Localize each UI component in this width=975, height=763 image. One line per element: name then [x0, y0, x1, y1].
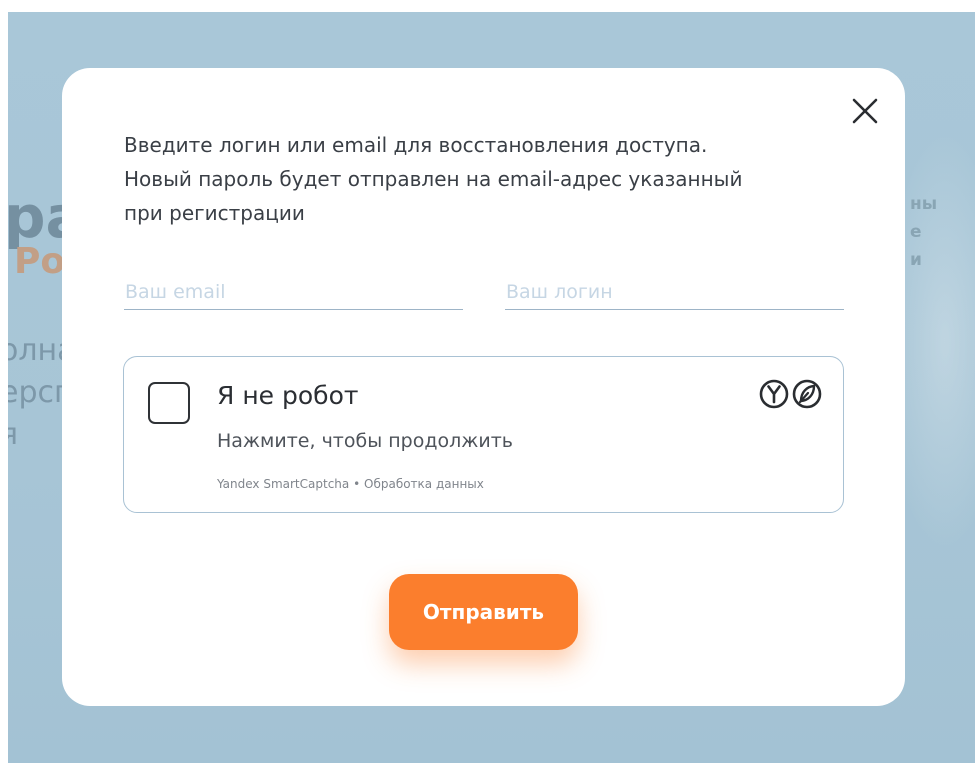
recovery-instructions: Введите логин или email для восстановлен… — [124, 128, 824, 230]
submit-button[interactable]: Отправить — [389, 574, 578, 650]
captcha-separator: • — [353, 477, 361, 491]
captcha-footer: Yandex SmartCaptcha • Обработка данных — [217, 477, 484, 491]
instructions-line: при регистрации — [124, 201, 305, 225]
captcha-checkbox[interactable] — [148, 382, 190, 424]
close-icon — [852, 98, 878, 124]
email-field[interactable] — [124, 274, 463, 310]
login-field[interactable] — [505, 274, 844, 310]
backdrop-right-text: ны е и — [910, 194, 938, 270]
instructions-line: Новый пароль будет отправлен на email-ад… — [124, 167, 743, 191]
captcha-hint: Нажмите, чтобы продолжить — [217, 430, 513, 452]
instructions-line: Введите логин или email для восстановлен… — [124, 133, 708, 157]
smartcaptcha-widget[interactable]: Я не робот Нажмите, чтобы продолжить Yan… — [123, 356, 844, 513]
yandex-smartcaptcha-logo-icon — [759, 379, 822, 409]
data-processing-link[interactable]: Обработка данных — [364, 477, 484, 491]
close-button[interactable] — [850, 96, 880, 126]
password-recovery-modal: Введите логин или email для восстановлен… — [62, 68, 905, 706]
backdrop-subheading: Po — [14, 241, 66, 282]
captcha-brand: Yandex SmartCaptcha — [217, 477, 350, 491]
captcha-title: Я не робот — [217, 381, 359, 410]
